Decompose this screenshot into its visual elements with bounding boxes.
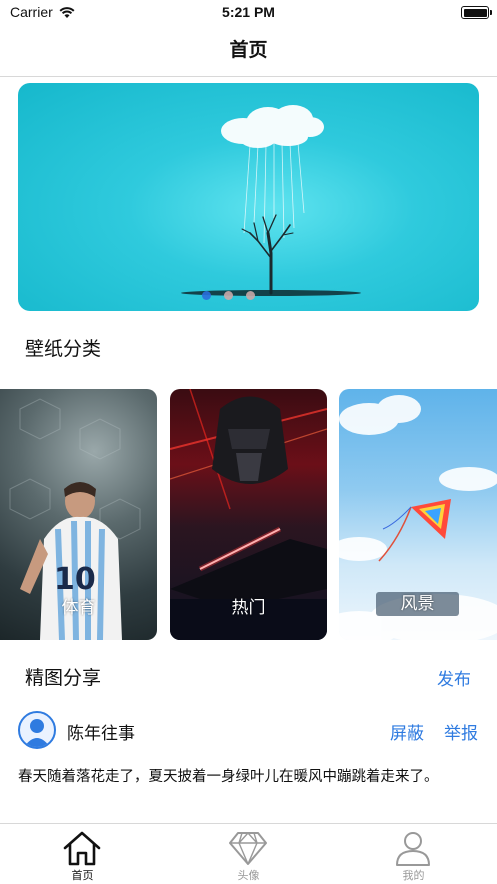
tab-avatar[interactable]: 头像 [166, 824, 331, 884]
status-bar: Carrier 5:21 PM [0, 0, 497, 26]
page-dot[interactable] [224, 291, 233, 300]
post-text: 春天随着落花走了，夏天披着一身绿叶儿在暖风中蹦跳着走来了。 [18, 769, 439, 785]
category-label: 风景 [376, 592, 459, 616]
post-header: 陈年往事 屏蔽 举报 [0, 711, 497, 751]
svg-text:10: 10 [54, 562, 96, 597]
category-card-scenery[interactable]: 风景 [339, 389, 497, 640]
category-card-sports[interactable]: 10 体育 [0, 389, 157, 640]
battery-icon [461, 6, 492, 19]
avatar[interactable] [18, 711, 56, 749]
share-section-title: 精图分享 [25, 667, 102, 689]
home-icon [63, 831, 101, 866]
tab-label: 头像 [237, 869, 260, 882]
page-dot[interactable] [202, 291, 211, 300]
tab-home[interactable]: 首页 [0, 824, 165, 884]
user-icon [396, 832, 430, 866]
block-button[interactable]: 屏蔽 [390, 719, 424, 744]
tab-label: 我的 [402, 869, 425, 882]
rain-lines [243, 142, 305, 244]
cloud-graphic [221, 105, 324, 148]
category-section-title: 壁纸分类 [25, 338, 102, 360]
report-button[interactable]: 举报 [444, 719, 478, 744]
category-label: 体育 [61, 598, 96, 618]
status-time: 5:21 PM [222, 4, 275, 20]
banner-carousel[interactable] [18, 83, 479, 311]
page-dot[interactable] [246, 291, 255, 300]
tab-mine[interactable]: 我的 [331, 824, 496, 884]
category-card-hot[interactable]: 热门 [170, 389, 327, 640]
navigation-bar: 首页 [0, 26, 497, 77]
tree-graphic [241, 214, 294, 295]
banner-image [181, 105, 361, 296]
carousel-page-indicator[interactable] [202, 291, 255, 300]
default-avatar-icon [24, 719, 50, 747]
page-title: 首页 [229, 39, 268, 61]
diamond-icon [229, 832, 267, 865]
tab-bar: 首页 头像 我的 [0, 823, 497, 883]
category-label: 热门 [231, 598, 266, 618]
tab-label: 首页 [71, 869, 94, 882]
publish-button[interactable]: 发布 [437, 665, 471, 690]
post-username[interactable]: 陈年往事 [67, 719, 135, 744]
